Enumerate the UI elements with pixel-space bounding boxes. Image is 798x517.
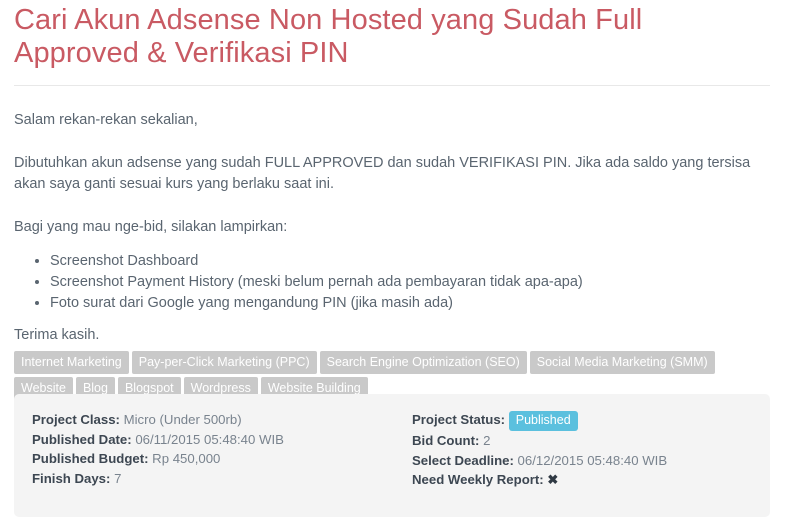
bid-count-row: Bid Count: 2 <box>412 431 768 451</box>
list-item: Screenshot Payment History (meski belum … <box>35 272 784 292</box>
published-date-row: Published Date: 06/11/2015 05:48:40 WIB <box>32 430 412 450</box>
select-deadline-value: 06/12/2015 05:48:40 WIB <box>517 452 668 468</box>
published-date-label: Published Date: <box>32 431 132 447</box>
tag-chip[interactable]: Search Engine Optimization (SEO) <box>319 351 527 374</box>
finish-days-label: Finish Days: <box>32 470 111 486</box>
select-deadline-label: Select Deadline: <box>412 452 514 468</box>
list-item: Screenshot Dashboard <box>35 251 784 271</box>
project-class-value: Micro (Under 500rb) <box>123 412 242 427</box>
description-paragraph-1: Dibutuhkan akun adsense yang sudah FULL … <box>14 155 751 192</box>
tag-chip[interactable]: Social Media Marketing (SMM) <box>529 351 715 374</box>
bid-count-label: Bid Count: <box>412 433 480 448</box>
bid-count-value: 2 <box>483 433 491 448</box>
published-date-value: 06/11/2015 05:48:40 WIB <box>135 431 284 447</box>
project-status-row: Project Status: Published <box>412 410 768 431</box>
published-budget-value: Rp 450,000 <box>152 451 221 466</box>
description-greeting: Salam rekan-rekan sekalian, <box>14 112 198 128</box>
finish-days-row: Finish Days: 7 <box>32 469 412 489</box>
project-info-panel: Project Class: Micro (Under 500rb) Publi… <box>14 394 770 517</box>
list-item: Foto surat dari Google yang mengandung P… <box>35 293 784 313</box>
cross-mark-icon: ✖ <box>547 472 559 487</box>
need-weekly-report-row: Need Weekly Report: ✖ <box>412 470 768 490</box>
need-weekly-report-label: Need Weekly Report: <box>412 472 544 487</box>
project-class-label: Project Class: <box>32 412 120 427</box>
finish-days-value: 7 <box>114 470 122 486</box>
tag-chip[interactable]: Internet Marketing <box>14 351 129 374</box>
description-paragraph-2: Bagi yang mau nge-bid, silakan lampirkan… <box>14 219 288 235</box>
tag-chip[interactable]: Pay-per-Click Marketing (PPC) <box>131 351 317 374</box>
project-info-right-column: Project Status: Published Bid Count: 2 S… <box>412 410 768 501</box>
select-deadline-row: Select Deadline: 06/12/2015 05:48:40 WIB <box>412 451 768 471</box>
project-description: Salam rekan-rekan sekalian, Dibutuhkan a… <box>14 86 784 345</box>
status-badge: Published <box>508 411 578 431</box>
published-budget-row: Published Budget: Rp 450,000 <box>32 449 412 469</box>
project-status-label: Project Status: <box>412 412 506 427</box>
project-class-row: Project Class: Micro (Under 500rb) <box>32 410 412 430</box>
attachment-requirements-list: Screenshot Dashboard Screenshot Payment … <box>14 251 784 313</box>
page-title: Cari Akun Adsense Non Hosted yang Sudah … <box>14 4 643 69</box>
description-closing: Terima kasih. <box>14 327 100 343</box>
published-budget-label: Published Budget: <box>32 451 149 466</box>
project-info-left-column: Project Class: Micro (Under 500rb) Publi… <box>32 410 412 501</box>
project-detail-page: Cari Akun Adsense Non Hosted yang Sudah … <box>0 0 798 403</box>
